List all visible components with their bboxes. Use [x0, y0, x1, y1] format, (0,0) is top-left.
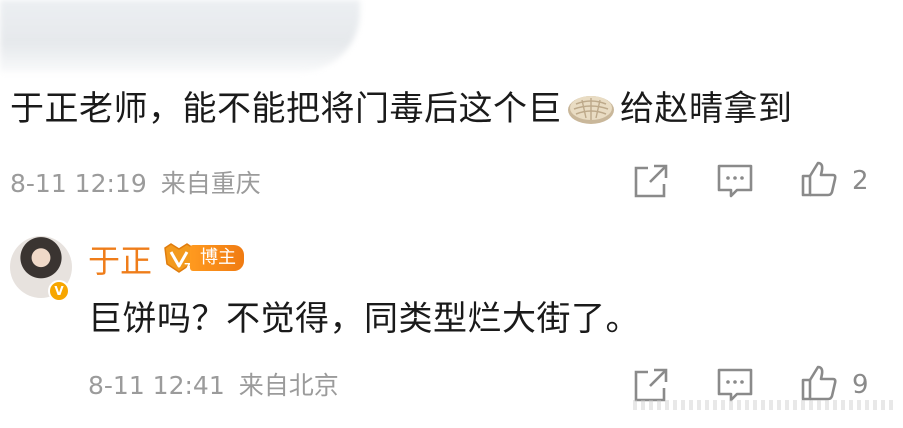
comment-time: 8-11 12:19 [10, 169, 147, 198]
reply-time: 8-11 12:41 [88, 371, 225, 400]
comment-meta: 8-11 12:19 来自重庆 [10, 164, 261, 200]
comment-text-part: 给赵晴拿到 [620, 89, 793, 129]
cookie-emoji-icon [568, 96, 614, 124]
verified-badge-icon: V [48, 280, 70, 302]
share-icon[interactable] [632, 366, 670, 404]
like-count: 9 [852, 370, 869, 400]
blogger-badge: 7 博主 [162, 242, 244, 274]
comment-text-part: 于正老师，能不能把将门毒后这个巨 [10, 89, 562, 129]
comment-icon[interactable] [716, 162, 754, 200]
reply-location: 来自北京 [238, 371, 339, 400]
comment-text: 于正老师，能不能把将门毒后这个巨 给赵晴拿到 [10, 84, 793, 134]
comment-icon[interactable] [716, 366, 754, 404]
like-count: 2 [852, 166, 869, 196]
reply-username[interactable]: 于正 [88, 236, 152, 282]
watermark [633, 400, 893, 410]
reply-text: 巨饼吗？不觉得，同类型烂大街了。 [88, 299, 640, 339]
like-icon[interactable] [800, 364, 838, 402]
badge-label: 博主 [190, 245, 244, 271]
like-icon[interactable] [800, 160, 838, 198]
reply-meta: 8-11 12:41 来自北京 [88, 366, 339, 402]
comment-location: 来自重庆 [160, 169, 261, 198]
share-icon[interactable] [632, 162, 670, 200]
redacted-username-area [0, 0, 360, 72]
